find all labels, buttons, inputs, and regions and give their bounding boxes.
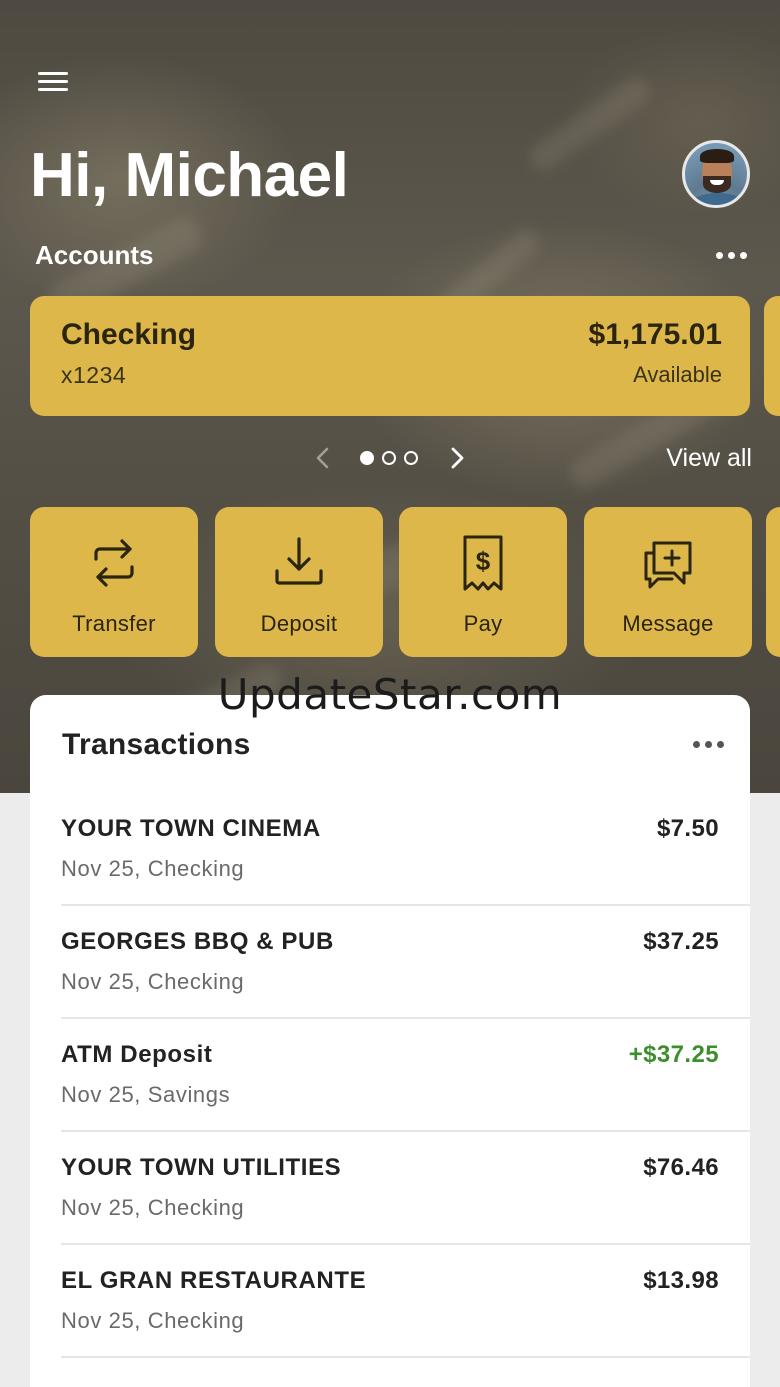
- transactions-more-icon[interactable]: [688, 733, 728, 755]
- transaction-detail: Nov 25, Savings: [61, 1082, 231, 1107]
- transactions-list: YOUR TOWN CINEMA Nov 25, Checking $7.50 …: [30, 793, 750, 1358]
- table-row[interactable]: YOUR TOWN CINEMA Nov 25, Checking $7.50: [61, 793, 750, 906]
- account-number: x1234: [61, 362, 127, 388]
- deposit-icon: [275, 537, 323, 585]
- avatar[interactable]: [682, 140, 750, 208]
- transaction-amount: $7.50: [656, 815, 719, 842]
- transaction-amount: $13.98: [643, 1267, 719, 1294]
- message-button[interactable]: Message: [584, 507, 752, 657]
- table-row[interactable]: YOUR TOWN UTILITIES Nov 25, Checking $76…: [61, 1132, 750, 1245]
- page-dot-3[interactable]: [404, 451, 418, 465]
- deposit-button[interactable]: Deposit: [215, 507, 383, 657]
- transaction-amount: $76.46: [643, 1154, 719, 1181]
- view-all-link[interactable]: View all: [666, 444, 752, 473]
- table-row[interactable]: EL GRAN RESTAURANTE Nov 25, Checking $13…: [61, 1245, 750, 1358]
- transaction-name: GEORGES BBQ & PUB: [61, 928, 334, 955]
- table-row[interactable]: ATM Deposit Nov 25, Savings +$37.25: [61, 1019, 750, 1132]
- hamburger-menu-icon[interactable]: [34, 68, 72, 98]
- transaction-name: YOUR TOWN CINEMA: [61, 815, 321, 842]
- transaction-name: ATM Deposit: [61, 1041, 213, 1068]
- transaction-detail: Nov 25, Checking: [61, 1308, 245, 1333]
- pay-bill-icon: $: [463, 535, 503, 591]
- transfer-label: Transfer: [72, 611, 156, 636]
- pay-button[interactable]: $ Pay: [399, 507, 567, 657]
- chevron-left-icon[interactable]: [309, 444, 337, 472]
- account-balance: $1,175.01: [588, 318, 722, 351]
- transactions-title: Transactions: [62, 728, 251, 761]
- svg-text:$: $: [476, 546, 491, 576]
- message-icon: [644, 541, 692, 589]
- transaction-amount: $37.25: [643, 928, 719, 955]
- account-card-checking[interactable]: Checking x1234 $1,175.01 Available: [30, 296, 750, 416]
- next-account-card[interactable]: [764, 296, 780, 416]
- transaction-name: YOUR TOWN UTILITIES: [61, 1154, 342, 1181]
- transaction-name: EL GRAN RESTAURANTE: [61, 1267, 367, 1294]
- transaction-amount: +$37.25: [628, 1041, 719, 1068]
- account-name: Checking: [61, 318, 197, 351]
- account-pager: [305, 440, 475, 476]
- transfer-icon: [94, 539, 134, 587]
- page-dot-2[interactable]: [382, 451, 396, 465]
- more-actions-peek[interactable]: [766, 507, 780, 657]
- transactions-panel: Transactions YOUR TOWN CINEMA Nov 25, Ch…: [30, 695, 750, 1387]
- transfer-button[interactable]: Transfer: [30, 507, 198, 657]
- chevron-right-icon[interactable]: [443, 444, 471, 472]
- deposit-label: Deposit: [260, 611, 338, 636]
- watermark-text: UpdateStar.com: [217, 670, 563, 719]
- transaction-detail: Nov 25, Checking: [61, 969, 245, 994]
- accounts-section-label: Accounts: [35, 240, 154, 270]
- account-balance-label: Available: [633, 362, 722, 387]
- table-row[interactable]: GEORGES BBQ & PUB Nov 25, Checking $37.2…: [61, 906, 750, 1019]
- accounts-more-icon[interactable]: [712, 243, 750, 267]
- greeting-title: Hi, Michael: [30, 141, 349, 210]
- transaction-detail: Nov 25, Checking: [61, 1195, 245, 1220]
- page-dot-1[interactable]: [360, 451, 374, 465]
- message-label: Message: [622, 611, 714, 636]
- pay-label: Pay: [463, 611, 503, 636]
- transaction-detail: Nov 25, Checking: [61, 856, 245, 881]
